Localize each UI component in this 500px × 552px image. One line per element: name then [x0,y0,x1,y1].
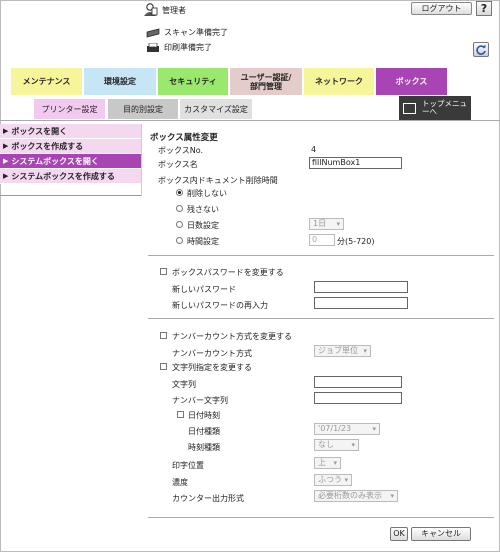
counter-format-label: カウンター出力形式 [172,494,244,503]
scan-status-text: スキャン準備完了 [164,28,228,37]
subtab-purpose-settings[interactable]: 目的別設定 [108,99,178,119]
section-title: ボックス属性変更 [150,133,218,143]
tab-user-auth[interactable]: ユーザー認証/部門管理 [230,68,302,95]
subtab-printer-settings[interactable]: プリンター設定 [34,99,105,119]
refresh-button[interactable] [473,42,489,57]
radio-days[interactable] [176,221,183,228]
user-name: 管理者 [162,6,186,15]
time-type-label: 時刻種類 [188,443,220,452]
number-string-label: ナンバー文字列 [172,396,228,405]
time-type-select[interactable]: なし [314,439,359,451]
section-divider-3 [148,517,494,518]
new-password-label: 新しいパスワード [172,285,236,294]
days-select[interactable]: 1日 [309,218,344,230]
new-password-input[interactable] [314,281,408,293]
string-input[interactable] [314,376,402,388]
sidebar-item-open-box[interactable]: ▶ ボックスを開く [0,124,141,139]
box-name-label: ボックス名 [158,160,198,169]
density-label: 濃度 [172,478,188,487]
date-type-label: 日付種類 [188,427,220,436]
time-unit: 分(5-720) [337,237,375,246]
radio-no-keep[interactable] [176,205,183,212]
user-icon [144,3,158,16]
triangle-right-icon: ▶ [3,127,9,135]
change-numbering-checkbox[interactable] [160,332,167,339]
triangle-right-icon: ▶ [3,142,9,150]
sidebar-item-create-box[interactable]: ▶ ボックスを作成する [0,139,141,154]
change-password-checkbox[interactable] [160,268,167,275]
section-divider-2 [148,318,494,319]
number-string-input[interactable] [314,392,402,404]
confirm-password-label: 新しいパスワードの再入力 [172,301,268,310]
radio-time[interactable] [176,237,183,244]
help-button[interactable]: ? [476,1,492,16]
tab-network[interactable]: ネットワーク [304,68,374,95]
datetime-label: 日付時刻 [188,411,220,420]
radio-no-keep-label: 残さない [187,205,219,214]
counter-format-select[interactable]: 必要桁数のみ表示 [314,490,398,502]
sidebar-item-open-system-box[interactable]: ▶ システムボックスを開く [0,154,141,169]
print-position-label: 印字位置 [172,461,204,470]
box-name-input[interactable]: fillNumBox1 [309,157,402,169]
tab-box[interactable]: ボックス [376,68,447,95]
logout-button[interactable]: ログアウト [411,2,472,15]
sidebar-divider [0,195,141,196]
numbering-method-label: ナンバーカウント方式 [172,349,252,358]
radio-time-label: 時間設定 [187,237,219,246]
numbering-method-select[interactable]: ジョブ単位 [314,345,371,357]
tab-divider [0,120,500,121]
tab-maintenance[interactable]: メンテナンス [11,68,82,95]
radio-days-label: 日数設定 [187,221,219,230]
datetime-checkbox[interactable] [177,411,184,418]
top-menu-button[interactable]: トップメニューへ [399,96,471,120]
tab-security[interactable]: セキュリティ [158,68,228,95]
subtab-customize-settings[interactable]: カスタマイズ設定 [180,99,252,119]
change-password-label: ボックスパスワードを変更する [172,268,284,277]
density-select[interactable]: ふつう [314,474,352,486]
box-no-label: ボックスNo. [158,146,204,155]
sidebar-item-create-system-box[interactable]: ▶ システムボックスを作成する [0,169,141,184]
time-input[interactable]: 0 [309,234,335,246]
home-screen-icon [403,102,416,114]
string-label: 文字列 [172,380,196,389]
print-status-text: 印刷準備完了 [164,43,212,52]
triangle-right-icon: ▶ [3,172,9,180]
refresh-icon [476,44,486,55]
print-status: 印刷準備完了 [146,42,212,53]
date-type-select[interactable]: '07/1/23 [314,423,380,435]
sidebar: ▶ ボックスを開く ▶ ボックスを作成する ▶ システムボックスを開く ▶ システムボッ… [0,124,141,184]
change-string-checkbox[interactable] [160,363,167,370]
scanner-icon [146,28,160,37]
change-numbering-label: ナンバーカウント方式を変更する [172,332,292,341]
tab-environment[interactable]: 環境設定 [84,68,156,95]
scan-status: スキャン準備完了 [146,27,228,38]
confirm-password-input[interactable] [314,297,408,309]
delete-time-label: ボックス内ドキュメント削除時間 [158,176,278,185]
radio-no-delete-label: 削除しない [187,189,227,198]
triangle-right-icon: ▶ [3,157,9,165]
printer-icon [147,42,159,52]
radio-no-delete[interactable] [176,189,183,196]
change-string-label: 文字列指定を変更する [172,363,252,372]
ok-button[interactable]: OK [390,527,408,541]
print-position-select[interactable]: 上 [314,457,341,469]
sidebar-border [141,124,142,196]
cancel-button[interactable]: キャンセル [411,527,471,541]
section-divider-1 [148,255,494,256]
box-no-value: 4 [311,145,317,154]
